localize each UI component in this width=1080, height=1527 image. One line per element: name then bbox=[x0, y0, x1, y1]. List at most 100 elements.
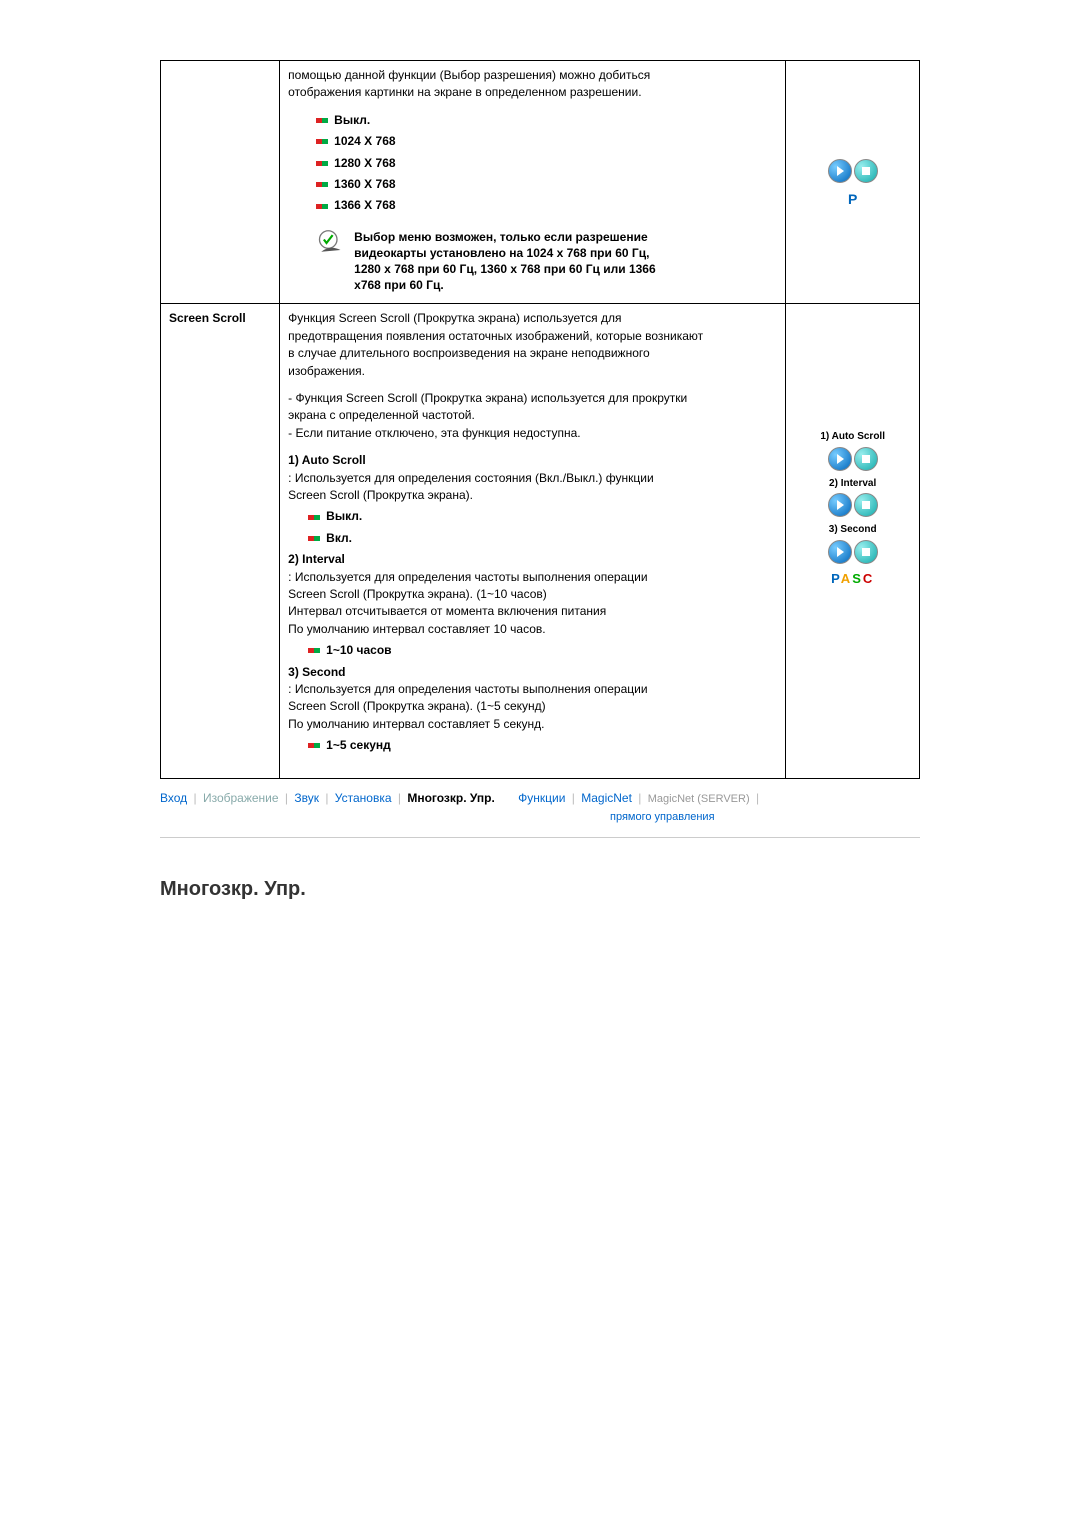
bullet-icon bbox=[316, 161, 328, 166]
note-text: Выбор меню возможен, только если разреше… bbox=[354, 229, 656, 294]
tab-sound[interactable]: Звук bbox=[294, 791, 319, 805]
autoscroll-opt-on: Вкл. bbox=[308, 530, 777, 547]
tab-picture[interactable]: Изображение bbox=[203, 791, 279, 805]
tab-direct[interactable]: Функции bbox=[518, 791, 565, 805]
bullet-icon bbox=[316, 118, 328, 123]
separator: | bbox=[398, 791, 401, 805]
opt-1280: 1280 X 768 bbox=[316, 155, 777, 172]
resolution-intro-line1: помощью данной функции (Выбор разрешения… bbox=[288, 67, 777, 84]
note-l4: x768 при 60 Гц. bbox=[354, 277, 656, 293]
play-icon[interactable] bbox=[828, 540, 852, 564]
ss-p1-l2: предотвращения появления остаточных изоб… bbox=[288, 328, 777, 345]
tab-magicnet[interactable]: MagicNet bbox=[581, 791, 632, 805]
interval-l4: По умолчанию интервал составляет 10 часо… bbox=[288, 621, 777, 638]
row-screen-scroll-side: 1) Auto Scroll 2) Interval 3) Second PAS… bbox=[786, 304, 920, 779]
row-screen-scroll-desc: Функция Screen Scroll (Прокрутка экрана)… bbox=[280, 304, 786, 779]
opt-1280-label: 1280 X 768 bbox=[334, 155, 395, 172]
second-opt-label: 1~5 секунд bbox=[326, 737, 391, 754]
note-box: Выбор меню возможен, только если разреше… bbox=[316, 229, 777, 294]
interval-opt: 1~10 часов bbox=[308, 642, 777, 659]
interval-opt-label: 1~10 часов bbox=[326, 642, 391, 659]
row-screen-scroll: Screen Scroll Функция Screen Scroll (Про… bbox=[161, 304, 920, 779]
settings-table: помощью данной функции (Выбор разрешения… bbox=[160, 60, 920, 779]
second-l1: : Используется для определения частоты в… bbox=[288, 681, 777, 698]
row-screen-scroll-label: Screen Scroll bbox=[161, 304, 280, 779]
ss-p1-l3: в случае длительного воспроизведения на … bbox=[288, 345, 777, 362]
separator: | bbox=[756, 791, 759, 805]
stop-icon[interactable] bbox=[854, 540, 878, 564]
second-head: 3) Second bbox=[288, 664, 777, 681]
tab-input[interactable]: Вход bbox=[160, 791, 187, 805]
note-l3: 1280 x 768 при 60 Гц, 1360 x 768 при 60 … bbox=[354, 261, 656, 277]
opt-off: Выкл. bbox=[316, 112, 777, 129]
second-opt: 1~5 секунд bbox=[308, 737, 777, 754]
mode-pasc: PASC bbox=[794, 570, 911, 589]
opt-1360-label: 1360 X 768 bbox=[334, 176, 395, 193]
row-resolution-desc: помощью данной функции (Выбор разрешения… bbox=[280, 61, 786, 304]
section-title: Многозкр. Упр. bbox=[160, 878, 920, 901]
bottom-tabs: Вход | Изображение | Звук | Установка | … bbox=[160, 791, 920, 805]
bullet-icon bbox=[308, 648, 320, 653]
interval-head: 2) Interval bbox=[288, 551, 777, 568]
interval-l3: Интервал отсчитывается от момента включе… bbox=[288, 603, 777, 620]
opt-1024-label: 1024 X 768 bbox=[334, 133, 395, 150]
opt-1024: 1024 X 768 bbox=[316, 133, 777, 150]
ss-p2-l2: экрана с определенной частотой. bbox=[288, 407, 777, 424]
interval-l1: : Используется для определения частоты в… bbox=[288, 569, 777, 586]
ss-p1-l4: изображения. bbox=[288, 363, 777, 380]
side-autoscroll-label: 1) Auto Scroll bbox=[794, 430, 911, 445]
play-icon[interactable] bbox=[828, 447, 852, 471]
tab-direct-sub: прямого управления bbox=[610, 811, 920, 823]
tab-multi[interactable]: Многозкр. Упр. bbox=[407, 791, 494, 805]
row-resolution: помощью данной функции (Выбор разрешения… bbox=[161, 61, 920, 304]
second-buttons bbox=[794, 540, 911, 564]
separator: | bbox=[194, 791, 197, 805]
play-icon[interactable] bbox=[828, 159, 852, 183]
ss-p2-l1: - Функция Screen Scroll (Прокрутка экран… bbox=[288, 390, 777, 407]
side-interval-label: 2) Interval bbox=[794, 477, 911, 492]
tab-magicnet-server[interactable]: MagicNet (SERVER) bbox=[648, 793, 750, 805]
side-second-label: 3) Second bbox=[794, 523, 911, 538]
autoscroll-opt-off: Выкл. bbox=[308, 508, 777, 525]
autoscroll-buttons bbox=[794, 447, 911, 471]
separator: | bbox=[325, 791, 328, 805]
bullet-icon bbox=[308, 743, 320, 748]
second-l3: По умолчанию интервал составляет 5 секун… bbox=[288, 716, 777, 733]
separator: | bbox=[572, 791, 575, 805]
opt-1366-label: 1366 X 768 bbox=[334, 197, 395, 214]
second-l2: Screen Scroll (Прокрутка экрана). (1~5 с… bbox=[288, 698, 777, 715]
bullet-icon bbox=[308, 536, 320, 541]
play-stop-buttons bbox=[794, 159, 911, 183]
tab-setup[interactable]: Установка bbox=[335, 791, 392, 805]
mode-p-label: P bbox=[794, 189, 911, 209]
interval-l2: Screen Scroll (Прокрутка экрана). (1~10 … bbox=[288, 586, 777, 603]
opt-off-label: Выкл. bbox=[334, 112, 370, 129]
separator: | bbox=[285, 791, 288, 805]
bullet-icon bbox=[308, 515, 320, 520]
separator: | bbox=[638, 791, 641, 805]
divider bbox=[160, 837, 920, 838]
bullet-icon bbox=[316, 204, 328, 209]
play-icon[interactable] bbox=[828, 493, 852, 517]
checkmark-note-icon bbox=[316, 229, 344, 257]
opt-1366: 1366 X 768 bbox=[316, 197, 777, 214]
stop-icon[interactable] bbox=[854, 159, 878, 183]
autoscroll-head: 1) Auto Scroll bbox=[288, 452, 777, 469]
interval-buttons bbox=[794, 493, 911, 517]
stop-icon[interactable] bbox=[854, 447, 878, 471]
ss-p1-l1: Функция Screen Scroll (Прокрутка экрана)… bbox=[288, 310, 777, 327]
autoscroll-opt-off-label: Выкл. bbox=[326, 508, 362, 525]
row-resolution-label bbox=[161, 61, 280, 304]
bullet-icon bbox=[316, 139, 328, 144]
stop-icon[interactable] bbox=[854, 493, 878, 517]
bullet-icon bbox=[316, 182, 328, 187]
resolution-intro-line2: отображения картинки на экране в определ… bbox=[288, 84, 777, 101]
note-l1: Выбор меню возможен, только если разреше… bbox=[354, 229, 656, 245]
opt-1360: 1360 X 768 bbox=[316, 176, 777, 193]
autoscroll-opt-on-label: Вкл. bbox=[326, 530, 352, 547]
ss-p2-l3: - Если питание отключено, эта функция не… bbox=[288, 425, 777, 442]
autoscroll-l1: : Используется для определения состояния… bbox=[288, 470, 777, 487]
row-resolution-side: P bbox=[786, 61, 920, 304]
autoscroll-l2: Screen Scroll (Прокрутка экрана). bbox=[288, 487, 777, 504]
resolution-options: Выкл. 1024 X 768 1280 X 768 1360 X 768 1… bbox=[316, 112, 777, 215]
